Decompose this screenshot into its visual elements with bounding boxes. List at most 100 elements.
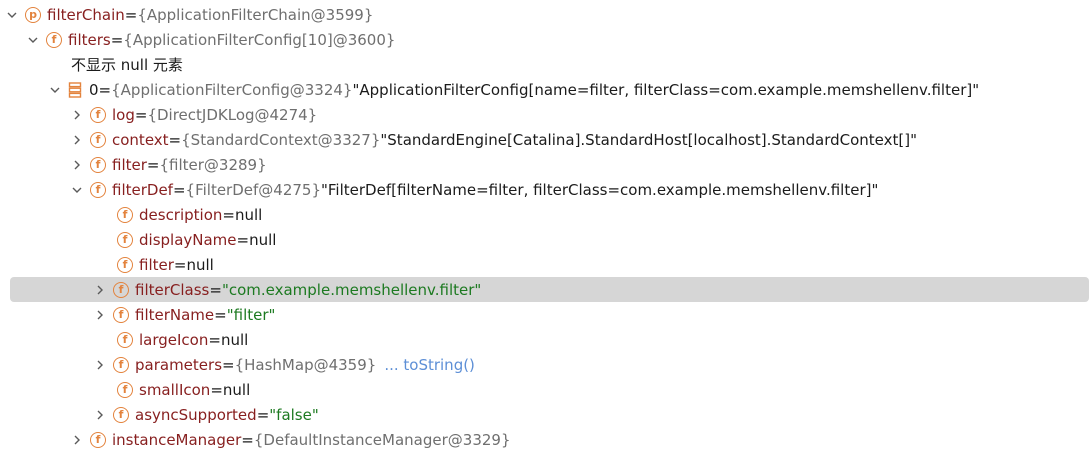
chevron-right-icon[interactable]	[94, 277, 106, 302]
object-reference: {StandardContext@3327}	[181, 130, 381, 149]
chevron-right-icon[interactable]	[71, 127, 83, 152]
chevron-right-icon[interactable]	[94, 402, 106, 427]
equals-sign: =	[110, 30, 124, 49]
equals-sign: =	[210, 380, 223, 399]
variable-name: parameters	[135, 355, 223, 374]
equals-sign: =	[98, 80, 112, 99]
tree-row-context[interactable]: f context = {StandardContext@3327} "Stan…	[0, 127, 1092, 152]
object-reference: {ApplicationFilterConfig@3324}	[111, 80, 353, 99]
field-icon: f	[113, 356, 129, 373]
tree-row-parameters[interactable]: f parameters = {HashMap@4359} ... toStri…	[0, 352, 1092, 377]
field-icon: f	[90, 181, 106, 198]
object-reference: {DefaultInstanceManager@3329}	[253, 430, 511, 449]
field-icon: f	[113, 306, 129, 323]
object-reference: {filter@3289}	[159, 155, 267, 174]
variable-name: context	[112, 130, 169, 149]
variable-name: filter	[112, 155, 147, 174]
null-elements-hidden-label: 不显示 null 元素	[71, 56, 183, 74]
tree-row-smallIcon[interactable]: f smallIcon = null	[0, 377, 1092, 402]
variable-name: instanceManager	[112, 430, 242, 449]
field-icon: f	[90, 156, 106, 173]
equals-sign: =	[146, 155, 160, 174]
object-reference: {ApplicationFilterChain@3599}	[137, 5, 374, 24]
field-icon: f	[117, 331, 133, 348]
tree-row-displayName[interactable]: f displayName = null	[0, 227, 1092, 252]
chevron-right-icon[interactable]	[71, 427, 83, 452]
variable-name: smallIcon	[139, 380, 211, 399]
chevron-right-icon[interactable]	[94, 352, 106, 377]
tree-row-filterDef[interactable]: f filterDef = {FilterDef@4275} "FilterDe…	[0, 177, 1092, 202]
object-reference: {HashMap@4359}	[234, 355, 377, 374]
tree-row-filters[interactable]: f filters = {ApplicationFilterConfig[10]…	[0, 27, 1092, 52]
tree-row-largeIcon[interactable]: f largeIcon = null	[0, 327, 1092, 352]
null-value: null	[186, 255, 214, 274]
tree-row-filterName[interactable]: f filterName = "filter"	[0, 302, 1092, 327]
string-representation: "StandardEngine[Catalina].StandardHost[l…	[380, 130, 917, 149]
tree-row-filterChain[interactable]: p filterChain = {ApplicationFilterChain@…	[0, 2, 1092, 27]
chevron-right-icon[interactable]	[71, 152, 83, 177]
equals-sign: =	[172, 180, 186, 199]
tostring-link[interactable]: ... toString()	[384, 356, 475, 374]
variable-name: displayName	[139, 230, 237, 249]
equals-sign: =	[222, 205, 235, 224]
variable-name: filterChain	[47, 5, 125, 24]
equals-sign: =	[236, 230, 250, 249]
chevron-down-icon[interactable]	[49, 77, 61, 102]
null-value: null	[222, 380, 251, 399]
equals-sign: =	[241, 430, 254, 449]
null-value: null	[220, 330, 249, 349]
parameter-icon: p	[25, 6, 41, 23]
object-reference: {DirectJDKLog@4274}	[147, 105, 318, 124]
variable-name: description	[139, 205, 223, 224]
object-reference: {ApplicationFilterConfig[10]@3600}	[123, 30, 396, 49]
string-value: "com.example.memshellenv.filter"	[221, 280, 482, 299]
tree-row-asyncSupported[interactable]: f asyncSupported = "false"	[0, 402, 1092, 427]
field-icon: f	[90, 131, 106, 148]
variable-name: asyncSupported	[135, 405, 257, 424]
tree-row-description[interactable]: f description = null	[0, 202, 1092, 227]
field-icon: f	[113, 406, 129, 423]
object-reference: {FilterDef@4275}	[185, 180, 321, 199]
debugger-variables-tree: p filterChain = {ApplicationFilterChain@…	[0, 0, 1092, 451]
tree-row-instanceManager[interactable]: f instanceManager = {DefaultInstanceMana…	[0, 427, 1092, 452]
field-icon: f	[90, 431, 106, 448]
variable-name: filterName	[135, 305, 215, 324]
chevron-right-icon[interactable]	[94, 302, 106, 327]
null-value: null	[249, 230, 277, 249]
chevron-down-icon[interactable]	[6, 2, 18, 27]
tree-row-log[interactable]: f log = {DirectJDKLog@4274}	[0, 102, 1092, 127]
equals-sign: =	[173, 255, 187, 274]
equals-sign: =	[124, 5, 138, 24]
tree-row-null-hidden-notice: 不显示 null 元素	[0, 52, 1092, 77]
array-element-icon	[68, 81, 82, 98]
string-value: "false"	[269, 405, 319, 424]
string-value: "filter"	[226, 305, 276, 324]
variable-name: filter	[139, 255, 174, 274]
tree-row-filter[interactable]: f filter = {filter@3289}	[0, 152, 1092, 177]
field-icon: f	[46, 31, 62, 48]
chevron-right-icon[interactable]	[71, 102, 83, 127]
variable-name: filters	[68, 30, 111, 49]
variable-name: filterDef	[112, 180, 173, 199]
variable-name: largeIcon	[139, 330, 209, 349]
tree-row-filter-null[interactable]: f filter = null	[0, 252, 1092, 277]
field-icon: f	[117, 381, 133, 398]
equals-sign: =	[256, 405, 270, 424]
string-representation: "ApplicationFilterConfig[name=filter, fi…	[352, 80, 980, 99]
field-icon: f	[117, 256, 133, 273]
variable-name: filterClass	[135, 280, 210, 299]
chevron-down-icon[interactable]	[71, 177, 83, 202]
field-icon: f	[113, 281, 129, 298]
equals-sign: =	[222, 355, 235, 374]
equals-sign: =	[209, 280, 222, 299]
tree-row-element-0[interactable]: 0 = {ApplicationFilterConfig@3324} "Appl…	[0, 77, 1092, 102]
field-icon: f	[117, 231, 133, 248]
chevron-down-icon[interactable]	[27, 27, 39, 52]
tree-row-filterClass[interactable]: f filterClass = "com.example.memshellenv…	[10, 277, 1089, 302]
equals-sign: =	[214, 305, 227, 324]
variable-name: log	[112, 105, 135, 124]
field-icon: f	[90, 106, 106, 123]
equals-sign: =	[208, 330, 221, 349]
equals-sign: =	[134, 105, 148, 124]
field-icon: f	[117, 206, 133, 223]
